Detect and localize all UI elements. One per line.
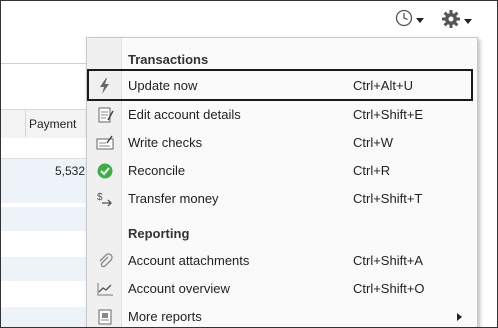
edit-document-icon xyxy=(98,107,114,123)
menu-item-label: Write checks xyxy=(128,135,203,150)
table-row[interactable] xyxy=(1,138,87,159)
report-icon xyxy=(98,309,112,325)
menu-item-edit-account-details[interactable]: Edit account details Ctrl+Shift+E xyxy=(87,102,477,128)
menu-item-label: Edit account details xyxy=(128,107,241,122)
menu-item-label: Account overview xyxy=(128,281,230,296)
column-header-payment[interactable]: Payment xyxy=(29,117,76,131)
menu-item-shortcut: Ctrl+Shift+O xyxy=(353,281,425,296)
menu-item-label: Reconcile xyxy=(128,163,186,178)
table-row[interactable] xyxy=(1,257,87,281)
table-row[interactable] xyxy=(1,307,87,327)
line-chart-icon xyxy=(97,283,113,296)
svg-text:$: $ xyxy=(97,192,103,203)
app-window: Payment 5,532 Transactions Update now Ct… xyxy=(0,0,498,328)
gear-icon xyxy=(442,10,460,28)
table-row[interactable] xyxy=(1,207,87,231)
paperclip-icon xyxy=(99,253,113,268)
menu-item-reconcile[interactable]: Reconcile Ctrl+R xyxy=(87,158,477,184)
highlight-box xyxy=(87,69,473,101)
clock-icon xyxy=(395,9,413,27)
menu-item-label: Account attachments xyxy=(128,253,250,268)
section-title-reporting: Reporting xyxy=(128,226,190,241)
menu-item-shortcut: Ctrl+Shift+E xyxy=(353,107,424,122)
chevron-down-icon xyxy=(416,17,424,23)
menu-item-shortcut: Ctrl+Shift+A xyxy=(353,253,424,268)
divider xyxy=(1,63,91,64)
check-icon xyxy=(96,135,114,150)
settings-button[interactable] xyxy=(441,9,472,29)
account-actions-menu: Transactions Update now Ctrl+Alt+U Edit … xyxy=(86,37,478,327)
menu-item-label: More reports xyxy=(128,309,202,324)
menu-item-label: Transfer money xyxy=(128,191,219,206)
chevron-down-icon xyxy=(464,18,472,24)
submenu-arrow-icon xyxy=(457,313,462,321)
payment-cell: 5,532 xyxy=(55,164,86,178)
green-checkmark-icon xyxy=(97,163,113,179)
menu-item-more-reports[interactable]: More reports xyxy=(87,304,477,327)
section-title-transactions: Transactions xyxy=(128,52,209,67)
history-button[interactable] xyxy=(395,9,424,27)
menu-item-shortcut: Ctrl+W xyxy=(353,135,394,150)
menu-item-transfer-money[interactable]: $ Transfer money Ctrl+Shift+T xyxy=(87,186,477,212)
transfer-money-icon: $ xyxy=(97,192,112,207)
menu-item-write-checks[interactable]: Write checks Ctrl+W xyxy=(87,130,477,156)
menu-item-account-overview[interactable]: Account overview Ctrl+Shift+O xyxy=(87,276,477,302)
column-separator xyxy=(25,109,26,137)
menu-item-account-attachments[interactable]: Account attachments Ctrl+Shift+A xyxy=(87,248,477,274)
menu-item-shortcut: Ctrl+R xyxy=(353,163,391,178)
menu-item-shortcut: Ctrl+Shift+T xyxy=(353,191,423,206)
